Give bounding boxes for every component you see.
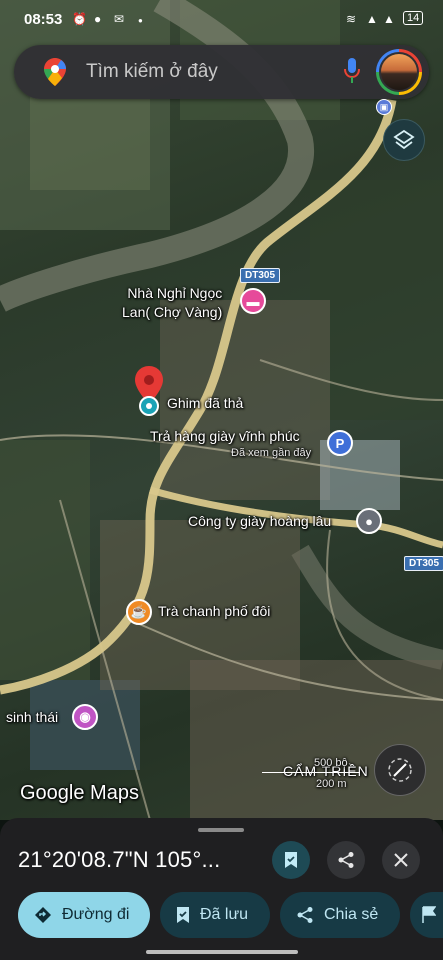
share-icon-button[interactable]: [327, 841, 365, 879]
saved-button[interactable]: Đã lưu: [160, 892, 270, 938]
scale-m: 200 m: [316, 778, 347, 790]
directions-button[interactable]: Đường đi: [18, 892, 150, 938]
place-coordinates: 21°20'08.7"N 105°...: [18, 847, 221, 872]
close-button[interactable]: [382, 841, 420, 879]
google-maps-logo-text: Google Maps: [20, 782, 139, 804]
scale-ft: 500 bộ: [314, 757, 348, 769]
signal-icon: ▲: [366, 12, 378, 26]
signal2-icon: ▲: [383, 12, 395, 26]
save-toggle-button[interactable]: [272, 841, 310, 879]
poi-shoe-company-label[interactable]: Công ty giày hoàng lâu: [188, 513, 331, 529]
compass-icon: [388, 758, 412, 782]
scale-bar: [262, 772, 360, 773]
share-button[interactable]: Chia sẻ: [280, 892, 400, 938]
close-icon: [394, 853, 408, 867]
share-icon: [297, 907, 313, 923]
bus-icon[interactable]: ▣: [376, 99, 392, 115]
sheet-drag-handle[interactable]: [198, 828, 244, 832]
search-bar[interactable]: Tìm kiếm ở đây: [14, 45, 429, 99]
bookmark-icon: [285, 852, 297, 868]
account-avatar[interactable]: [376, 49, 422, 95]
status-bar: 08:53 ⏰ ● ✉ ● ≋ ▲ ▲ 14: [0, 0, 443, 40]
dot-icon: ●: [138, 16, 143, 25]
lodging-icon[interactable]: ▬: [240, 288, 266, 314]
poi-shoe-store-label[interactable]: Trả hàng giày vĩnh phúc: [150, 428, 300, 444]
label-button[interactable]: [410, 892, 443, 938]
flag-icon: [422, 906, 436, 923]
search-input[interactable]: Tìm kiếm ở đây: [86, 61, 218, 83]
layers-icon: [393, 129, 415, 150]
poi-hotel-name-2: Lan( Chợ Vàng): [122, 304, 223, 320]
poi-shoe-store-sub: Đã xem gần đây: [231, 447, 312, 459]
google-maps-pin-icon: [44, 58, 66, 86]
saved-label: Đã lưu: [200, 906, 249, 923]
map-view[interactable]: 08:53 ⏰ ● ✉ ● ≋ ▲ ▲ 14 Tìm kiếm ở đây ▣: [0, 0, 443, 820]
road-shield-dt305-east: DT305: [404, 556, 443, 571]
messenger-icon: ✉: [114, 12, 125, 26]
camera-icon[interactable]: ◉: [72, 704, 98, 730]
bookmark-icon: [177, 907, 189, 923]
compass-button[interactable]: [374, 744, 426, 796]
location-dot-icon[interactable]: ●: [356, 508, 382, 534]
cafe-icon[interactable]: ☕: [126, 599, 152, 625]
mic-icon[interactable]: [344, 58, 360, 84]
battery-icon: 14: [403, 11, 424, 25]
directions-label: Đường đi: [62, 906, 130, 923]
poi-eco-label[interactable]: sinh thái: [6, 709, 58, 725]
directions-icon: [35, 907, 51, 923]
share-icon: [338, 852, 354, 868]
poi-hotel-label[interactable]: Nhà Nghỉ Ngọc Lan( Chợ Vàng): [122, 284, 222, 322]
alarm-icon: ⏰: [72, 12, 87, 26]
poi-hotel-name-1: Nhà Nghỉ Ngọc: [127, 285, 223, 301]
layers-button[interactable]: [383, 119, 425, 161]
dropped-pin-icon[interactable]: [134, 366, 164, 416]
poi-tea-shop-label[interactable]: Trà chanh phố đôi: [158, 603, 270, 619]
wifi-icon: ≋: [346, 12, 357, 26]
gesture-nav-bar[interactable]: [146, 950, 298, 954]
place-bottom-sheet[interactable]: 21°20'08.7"N 105°... Đường đi Đã lưu Chi…: [0, 818, 443, 960]
account-icon: ●: [94, 12, 102, 26]
dropped-pin-label: Ghim đã thả: [167, 395, 244, 411]
google-maps-logo: Google Maps: [20, 782, 139, 805]
share-label: Chia sẻ: [324, 906, 379, 923]
road-shield-dt305: DT305: [240, 268, 281, 283]
status-time: 08:53: [24, 11, 63, 28]
parking-icon[interactable]: P: [327, 430, 353, 456]
